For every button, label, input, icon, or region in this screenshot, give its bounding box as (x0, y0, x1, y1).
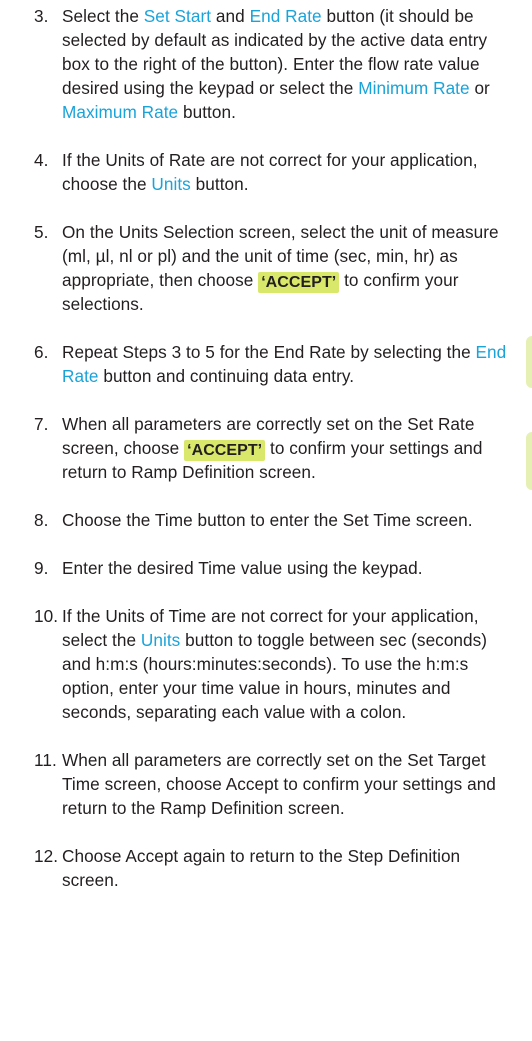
step-number: 10. (34, 606, 59, 626)
step-12: 12. Choose Accept again to return to the… (34, 844, 512, 892)
step-text: or (469, 78, 490, 98)
step-10: 10. If the Units of Time are not correct… (34, 604, 512, 724)
maximum-rate-link[interactable]: Maximum Rate (62, 102, 178, 122)
step-number: 11. (34, 750, 57, 770)
step-text: Enter the desired Time value using the k… (62, 558, 423, 578)
step-text: button and continuing data entry. (98, 366, 355, 386)
end-rate-link[interactable]: End Rate (250, 6, 322, 26)
manual-page: 3. Select the Set Start and End Rate but… (0, 0, 532, 1041)
step-11: 11. When all parameters are correctly se… (34, 748, 512, 820)
step-text: Choose the Time button to enter the Set … (62, 510, 473, 530)
step-6: 6. Repeat Steps 3 to 5 for the End Rate … (34, 340, 512, 388)
step-text: button. (178, 102, 236, 122)
step-7: 7. When all parameters are correctly set… (34, 412, 512, 484)
step-text: Choose Accept again to return to the Ste… (62, 846, 461, 890)
step-number: 9. (34, 558, 49, 578)
edge-tab-decoration (526, 432, 532, 490)
accept-badge: ‘ACCEPT’ (258, 272, 340, 293)
minimum-rate-link[interactable]: Minimum Rate (358, 78, 469, 98)
step-number: 7. (34, 414, 49, 434)
step-number: 8. (34, 510, 49, 530)
units-link[interactable]: Units (151, 174, 190, 194)
step-number: 12. (34, 846, 59, 866)
edge-tab-decoration (526, 336, 532, 388)
step-text: and (211, 6, 250, 26)
instruction-steps-list: 3. Select the Set Start and End Rate but… (34, 4, 512, 892)
step-number: 4. (34, 150, 49, 170)
step-text: Select the (62, 6, 144, 26)
step-number: 6. (34, 342, 49, 362)
accept-badge: ‘ACCEPT’ (184, 440, 266, 461)
step-text: Repeat Steps 3 to 5 for the End Rate by … (62, 342, 476, 362)
step-5: 5. On the Units Selection screen, select… (34, 220, 512, 316)
step-4: 4. If the Units of Rate are not correct … (34, 148, 512, 196)
step-number: 5. (34, 222, 49, 242)
step-number: 3. (34, 6, 49, 26)
step-text: If the Units of Rate are not correct for… (62, 150, 478, 194)
step-text: When all parameters are correctly set on… (62, 750, 496, 818)
set-start-link[interactable]: Set Start (144, 6, 211, 26)
step-text: button. (190, 174, 249, 194)
units-link[interactable]: Units (141, 630, 180, 650)
step-9: 9. Enter the desired Time value using th… (34, 556, 512, 580)
step-8: 8. Choose the Time button to enter the S… (34, 508, 512, 532)
step-3: 3. Select the Set Start and End Rate but… (34, 4, 512, 124)
